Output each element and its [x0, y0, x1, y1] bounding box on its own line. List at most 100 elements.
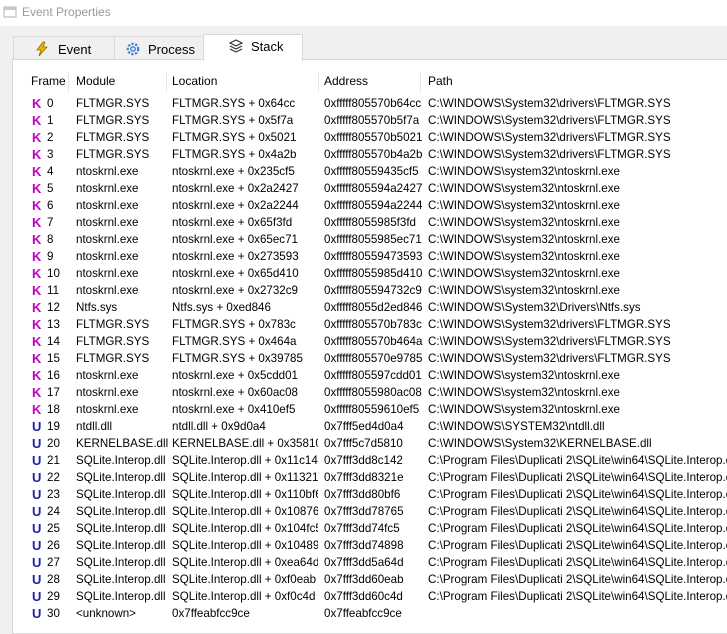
module-cell: ntdll.dll — [76, 420, 113, 433]
address-cell: 0x7ffeabfcc9ce — [324, 607, 402, 620]
tab-stack[interactable]: Stack — [203, 34, 303, 61]
address-cell: 0xfffff805594732c9 — [324, 284, 422, 297]
location-cell: Ntfs.sys + 0xed846 — [172, 301, 271, 314]
frame-cell: 5 — [47, 182, 54, 195]
path-cell: C:\WINDOWS\System32\drivers\FLTMGR.SYS — [428, 352, 671, 365]
address-cell: 0xfffff805594a2427 — [324, 182, 423, 195]
stack-row[interactable]: K 6 ntoskrnl.exe ntoskrnl.exe + 0x2a2244 0xf… — [0, 197, 727, 214]
stack-row[interactable]: U 23 SQLite.Interop.dll SQLite.Interop.dll … — [0, 486, 727, 503]
stack-row[interactable]: K 4 ntoskrnl.exe ntoskrnl.exe + 0x235cf5 0xf… — [0, 163, 727, 180]
module-cell: SQLite.Interop.dll — [76, 539, 166, 552]
kernel-mode-badge: K — [32, 215, 42, 230]
stack-row[interactable]: U 30 <unknown> 0x7ffeabfcc9ce 0x7ffeabfcc9ce — [0, 605, 727, 622]
frame-cell: 14 — [47, 335, 60, 348]
stack-row[interactable]: U 28 SQLite.Interop.dll SQLite.Interop.dll … — [0, 571, 727, 588]
column-divider[interactable] — [318, 72, 319, 92]
address-cell: 0x7fff3dd5a64d — [324, 556, 404, 569]
path-cell: C:\WINDOWS\system32\ntoskrnl.exe — [428, 284, 620, 297]
module-cell: SQLite.Interop.dll — [76, 488, 166, 501]
frame-cell: 27 — [47, 556, 60, 569]
user-mode-badge: U — [32, 470, 42, 485]
tab-process[interactable]: Process — [114, 36, 204, 60]
location-cell: ntoskrnl.exe + 0x235cf5 — [172, 165, 295, 178]
tab-event-label: Event — [58, 42, 92, 57]
address-cell: 0x7fff5ed4d0a4 — [324, 420, 404, 433]
tab-event[interactable]: Event — [13, 36, 115, 60]
address-cell: 0x7fff3dd78765 — [324, 505, 404, 518]
user-mode-badge: U — [32, 555, 42, 570]
stack-row[interactable]: K 7 ntoskrnl.exe ntoskrnl.exe + 0x65f3fd 0xf… — [0, 214, 727, 231]
address-cell: 0x7fff3dd80bf6 — [324, 488, 401, 501]
column-divider[interactable] — [166, 72, 167, 92]
column-header-frame[interactable]: Frame — [31, 74, 66, 91]
stack-row[interactable]: K 1 FLTMGR.SYS FLTMGR.SYS + 0x5f7a 0xfffff80… — [0, 112, 727, 129]
kernel-mode-badge: K — [32, 283, 42, 298]
location-cell: ntoskrnl.exe + 0x410ef5 — [172, 403, 296, 416]
kernel-mode-badge: K — [32, 300, 42, 315]
stack-row[interactable]: K 18 ntoskrnl.exe ntoskrnl.exe + 0x410ef5 0x… — [0, 401, 727, 418]
location-cell: ntoskrnl.exe + 0x2a2244 — [172, 199, 299, 212]
location-cell: SQLite.Interop.dll + 0xea64d — [172, 556, 318, 569]
module-cell: SQLite.Interop.dll — [76, 556, 166, 569]
module-cell: FLTMGR.SYS — [76, 148, 150, 161]
stack-row[interactable]: K 15 FLTMGR.SYS FLTMGR.SYS + 0x39785 0xfffff… — [0, 350, 727, 367]
location-cell: SQLite.Interop.dll + 0x110bf6 — [172, 488, 318, 501]
stack-row[interactable]: K 17 ntoskrnl.exe ntoskrnl.exe + 0x60ac08 0x… — [0, 384, 727, 401]
address-cell: 0xfffff80559435cf5 — [324, 165, 419, 178]
stack-row[interactable]: U 26 SQLite.Interop.dll SQLite.Interop.dll … — [0, 537, 727, 554]
stack-row[interactable]: U 21 SQLite.Interop.dll SQLite.Interop.dll … — [0, 452, 727, 469]
path-cell: C:\WINDOWS\system32\ntoskrnl.exe — [428, 386, 620, 399]
path-cell: C:\WINDOWS\system32\ntoskrnl.exe — [428, 165, 620, 178]
frame-cell: 11 — [47, 284, 60, 297]
stack-row[interactable]: K 14 FLTMGR.SYS FLTMGR.SYS + 0x464a 0xfffff8… — [0, 333, 727, 350]
stack-row[interactable]: U 22 SQLite.Interop.dll SQLite.Interop.dll … — [0, 469, 727, 486]
module-cell: SQLite.Interop.dll — [76, 454, 166, 467]
stack-row[interactable]: K 2 FLTMGR.SYS FLTMGR.SYS + 0x5021 0xfffff80… — [0, 129, 727, 146]
user-mode-badge: U — [32, 606, 42, 621]
kernel-mode-badge: K — [32, 249, 42, 264]
location-cell: KERNELBASE.dll + 0x35810 — [172, 437, 318, 450]
stack-row[interactable]: K 3 FLTMGR.SYS FLTMGR.SYS + 0x4a2b 0xfffff80… — [0, 146, 727, 163]
path-cell: C:\WINDOWS\system32\ntoskrnl.exe — [428, 403, 620, 416]
stack-row[interactable]: K 13 FLTMGR.SYS FLTMGR.SYS + 0x783c 0xfffff8… — [0, 316, 727, 333]
stack-row[interactable]: U 25 SQLite.Interop.dll SQLite.Interop.dll … — [0, 520, 727, 537]
stack-row[interactable]: K 0 FLTMGR.SYS FLTMGR.SYS + 0x64cc 0xfffff80… — [0, 95, 727, 112]
address-cell: 0x7fff3dd8321e — [324, 471, 404, 484]
address-cell: 0xfffff8055985ec71 — [324, 233, 422, 246]
user-mode-badge: U — [32, 487, 42, 502]
column-header-location[interactable]: Location — [172, 74, 217, 91]
path-cell: C:\WINDOWS\System32\drivers\FLTMGR.SYS — [428, 131, 671, 144]
stack-row[interactable]: U 20 KERNELBASE.dll KERNELBASE.dll + 0x3581… — [0, 435, 727, 452]
kernel-mode-badge: K — [32, 317, 42, 332]
stack-row[interactable]: K 11 ntoskrnl.exe ntoskrnl.exe + 0x2732c9 0x… — [0, 282, 727, 299]
stack-row[interactable]: U 27 SQLite.Interop.dll SQLite.Interop.dll … — [0, 554, 727, 571]
location-cell: FLTMGR.SYS + 0x39785 — [172, 352, 303, 365]
stack-row[interactable]: K 5 ntoskrnl.exe ntoskrnl.exe + 0x2a2427 0xf… — [0, 180, 727, 197]
column-header-path[interactable]: Path — [428, 74, 453, 91]
frame-cell: 26 — [47, 539, 60, 552]
user-mode-badge: U — [32, 538, 42, 553]
stack-row[interactable]: K 16 ntoskrnl.exe ntoskrnl.exe + 0x5cdd01 0x… — [0, 367, 727, 384]
location-cell: ntoskrnl.exe + 0x60ac08 — [172, 386, 299, 399]
stack-row[interactable]: K 10 ntoskrnl.exe ntoskrnl.exe + 0x65d410 0x… — [0, 265, 727, 282]
path-cell: C:\Program Files\Duplicati 2\SQLite\win6… — [428, 539, 727, 552]
stack-row[interactable]: K 12 Ntfs.sys Ntfs.sys + 0xed846 0xfffff8055… — [0, 299, 727, 316]
frame-cell: 13 — [47, 318, 60, 331]
kernel-mode-badge: K — [32, 385, 42, 400]
path-cell: C:\Program Files\Duplicati 2\SQLite\win6… — [428, 505, 727, 518]
module-cell: ntoskrnl.exe — [76, 216, 139, 229]
column-divider[interactable] — [420, 72, 421, 92]
path-cell: C:\WINDOWS\SYSTEM32\ntdll.dll — [428, 420, 605, 433]
stack-row[interactable]: U 19 ntdll.dll ntdll.dll + 0x9d0a4 0x7fff5ed… — [0, 418, 727, 435]
stack-row[interactable]: U 29 SQLite.Interop.dll SQLite.Interop.dll … — [0, 588, 727, 605]
stack-row[interactable]: K 9 ntoskrnl.exe ntoskrnl.exe + 0x273593 0xf… — [0, 248, 727, 265]
address-cell: 0xfffff805570b5021 — [324, 131, 423, 144]
path-cell: C:\WINDOWS\system32\ntoskrnl.exe — [428, 369, 620, 382]
frame-cell: 30 — [47, 607, 60, 620]
column-divider[interactable] — [68, 72, 69, 92]
stack-row[interactable]: K 8 ntoskrnl.exe ntoskrnl.exe + 0x65ec71 0xf… — [0, 231, 727, 248]
column-header-module[interactable]: Module — [76, 74, 115, 91]
tab-strip: Event Process Stack — [0, 26, 727, 61]
stack-row[interactable]: U 24 SQLite.Interop.dll SQLite.Interop.dll … — [0, 503, 727, 520]
column-header-address[interactable]: Address — [324, 74, 368, 91]
